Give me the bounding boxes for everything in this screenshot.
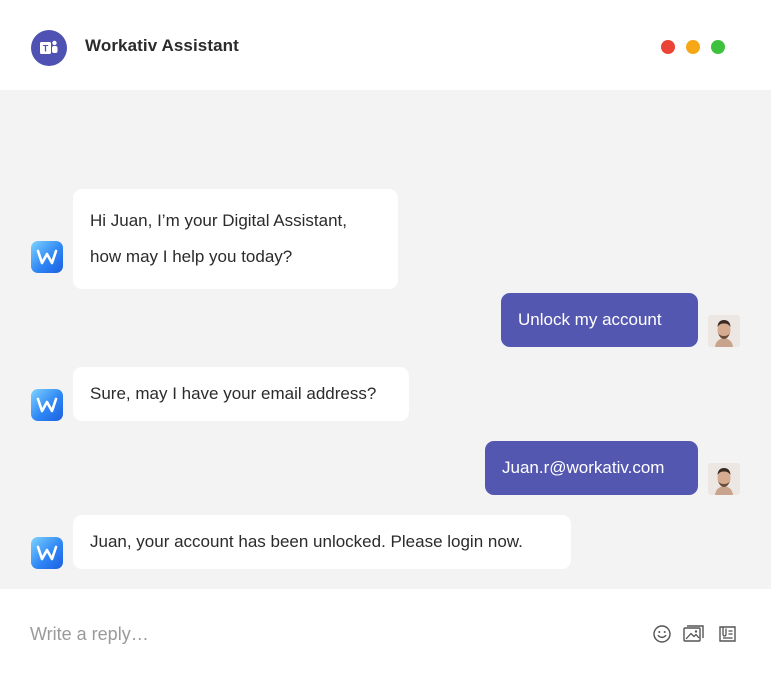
bot-message-line: Hi Juan, I’m your Digital Assistant, xyxy=(90,211,347,230)
reply-input[interactable] xyxy=(30,619,630,649)
reply-composer xyxy=(0,589,771,680)
user-avatar xyxy=(708,463,740,495)
user-message: Unlock my account xyxy=(501,293,698,347)
emoji-icon[interactable] xyxy=(651,623,673,645)
svg-text:T: T xyxy=(43,44,49,54)
bot-message: Hi Juan, I’m your Digital Assistant, how… xyxy=(73,189,398,289)
window-close-button[interactable] xyxy=(661,40,675,54)
chat-header: T Workativ Assistant xyxy=(0,0,771,90)
user-message: Juan.r@workativ.com xyxy=(485,441,698,495)
workativ-bot-avatar-icon xyxy=(31,389,63,421)
user-avatar xyxy=(708,315,740,347)
window-minimize-button[interactable] xyxy=(686,40,700,54)
bot-message: Juan, your account has been unlocked. Pl… xyxy=(73,515,571,569)
image-icon[interactable] xyxy=(683,623,705,645)
assistant-title: Workativ Assistant xyxy=(85,36,239,55)
microsoft-teams-icon: T xyxy=(31,30,67,66)
workativ-bot-avatar-icon xyxy=(31,241,63,273)
attachment-icon[interactable] xyxy=(716,623,738,645)
chat-messages: Hi Juan, I’m your Digital Assistant, how… xyxy=(0,90,771,589)
bot-message-line: how may I help you today? xyxy=(90,247,293,266)
bot-message: Sure, may I have your email address? xyxy=(73,367,409,421)
workativ-bot-avatar-icon xyxy=(31,537,63,569)
window-maximize-button[interactable] xyxy=(711,40,725,54)
